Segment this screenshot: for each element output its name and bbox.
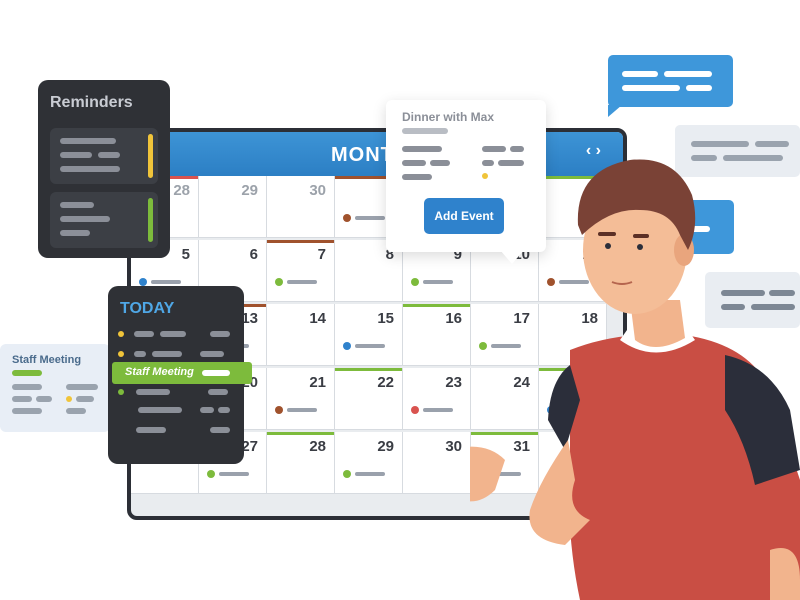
event-line [219,472,249,476]
calendar-day-number: 30 [445,438,462,455]
calendar-day-cell[interactable]: 16 [403,304,471,366]
calendar-day-cell[interactable]: 28 [267,432,335,494]
event-line [355,216,385,220]
event-dot [411,406,419,414]
calendar-day-number: 16 [445,310,462,327]
dinner-popup-title: Dinner with Max [402,110,495,124]
calendar-day-number: 6 [249,246,258,263]
calendar-day-number: 5 [181,246,190,263]
month-title: MONT [331,144,394,166]
event-dot [343,342,351,350]
calendar-day-cell[interactable]: 14 [267,304,335,366]
calendar-day-number: 22 [377,374,394,391]
calendar-day-cell[interactable]: 23 [403,368,471,430]
calendar-day-cell[interactable]: 15 [335,304,403,366]
hand [470,446,505,502]
calendar-day-cell[interactable]: 7 [267,240,335,302]
today-title: TODAY [120,300,175,317]
chat-bubble-tail [608,105,622,117]
calendar-day-number: 30 [309,182,326,199]
event-line [287,408,317,412]
calendar-day-cell[interactable]: 21 [267,368,335,430]
reminder-item[interactable] [50,192,158,248]
event-dot [411,278,419,286]
calendar-day-cell[interactable]: 22 [335,368,403,430]
calendar-day-number: 21 [309,374,326,391]
day-accent-bar [403,304,470,307]
event-dot [207,470,215,478]
event-dot [275,278,283,286]
calendar-day-cell[interactable]: 29 [335,432,403,494]
event-dot [343,470,351,478]
day-accent-bar [335,368,402,371]
calendar-day-number: 7 [317,246,326,263]
calendar-day-number: 23 [445,374,462,391]
event-dot [139,278,147,286]
calendar-day-number: 28 [173,182,190,199]
calendar-day-number: 29 [377,438,394,455]
event-line [355,472,385,476]
day-accent-bar [267,240,334,243]
event-line [287,280,317,284]
event-line [151,280,181,284]
staff-meeting-title: Staff Meeting [12,354,82,366]
chat-bubble-blue-top [608,55,733,107]
staff-meeting-highlight-label: Staff Meeting [125,366,194,378]
man-illustration [470,159,800,600]
event-dot [275,406,283,414]
reminders-title: Reminders [50,94,133,111]
calendar-day-number: 14 [309,310,326,327]
event-dot [343,214,351,222]
event-line [423,280,453,284]
calendar-day-number: 29 [241,182,258,199]
calendar-day-cell[interactable]: 29 [199,176,267,238]
reminder-item[interactable] [50,128,158,184]
calendar-day-number: 15 [377,310,394,327]
calendar-day-number: 28 [309,438,326,455]
event-line [355,344,385,348]
reminders-panel: Reminders [38,80,170,258]
calendar-day-cell[interactable]: 30 [403,432,471,494]
day-accent-bar [267,432,334,435]
calendar-day-cell[interactable]: 30 [267,176,335,238]
event-line [423,408,453,412]
